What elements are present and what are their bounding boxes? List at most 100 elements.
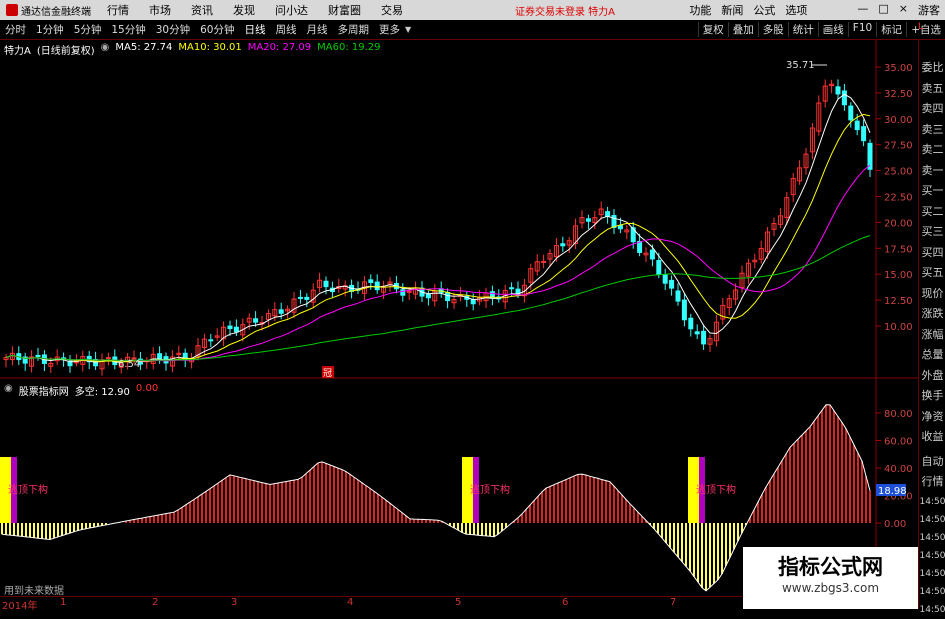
sidebar-item-weibi[interactable]: 委比 bbox=[919, 58, 945, 79]
signal-label: 逃顶下构 bbox=[696, 483, 736, 496]
guest-label[interactable]: 游客 bbox=[913, 2, 945, 18]
sidebar-item-outer[interactable]: 外盘 bbox=[919, 366, 945, 387]
candle bbox=[227, 325, 233, 330]
sidebar-item-turnover[interactable]: 换手 bbox=[919, 386, 945, 407]
menu-item-zixun[interactable]: 资讯 bbox=[181, 2, 223, 18]
sidebar-item-buy2[interactable]: 买二 bbox=[919, 202, 945, 223]
price-high-label: 35.71 bbox=[786, 60, 815, 71]
time-label: 1 bbox=[60, 597, 67, 608]
candle bbox=[854, 120, 860, 131]
tool-f10[interactable]: F10 bbox=[847, 22, 876, 37]
tab-30min[interactable]: 30分钟 bbox=[151, 22, 195, 37]
tab-weekly[interactable]: 周线 bbox=[271, 22, 302, 37]
sidebar-item-change[interactable]: 涨跌 bbox=[919, 304, 945, 325]
sidebar-item-sell2[interactable]: 卖二 bbox=[919, 140, 945, 161]
candle bbox=[73, 361, 79, 364]
menu-item-faxian[interactable]: 发现 bbox=[223, 2, 265, 18]
sidebar-item-netasset[interactable]: 净资 bbox=[919, 407, 945, 428]
candle bbox=[157, 353, 163, 359]
candle bbox=[681, 299, 687, 321]
ma10-line bbox=[5, 113, 871, 363]
menu-item-caifuquan[interactable]: 财富圈 bbox=[318, 2, 371, 18]
candle bbox=[848, 105, 854, 121]
price-tick-label: 32.50 bbox=[884, 89, 913, 100]
sidebar-tick-time: 14:50 bbox=[919, 514, 945, 525]
kline-chart[interactable]: 35.00 32.50 30.00 27.50 25.00 22.50 20.00 17.50… bbox=[0, 40, 918, 595]
close-icon[interactable]: × bbox=[894, 2, 913, 18]
time-label: 4 bbox=[347, 597, 354, 608]
candle bbox=[662, 274, 668, 284]
candle bbox=[233, 326, 239, 333]
price-tick-label: 20.00 bbox=[884, 218, 913, 229]
sidebar-item-buy5[interactable]: 买五 bbox=[919, 263, 945, 284]
quote-sidebar: 委比 卖五 卖四 卖三 卖二 卖一 买一 买二 买三 买四 买五 现价 涨跌 涨… bbox=[918, 40, 945, 615]
sidebar-item-sell5[interactable]: 卖五 bbox=[919, 79, 945, 100]
sidebar-item-sell3[interactable]: 卖三 bbox=[919, 120, 945, 141]
time-label: 6 bbox=[562, 597, 569, 608]
tab-daily[interactable]: 日线 bbox=[240, 22, 271, 37]
maximize-icon[interactable]: □ bbox=[873, 2, 893, 18]
ma5-line bbox=[5, 93, 871, 364]
tool-tongji[interactable]: 统计 bbox=[787, 22, 818, 37]
candle bbox=[208, 339, 214, 342]
event-marker[interactable]: 冠 bbox=[323, 368, 332, 379]
tool-fuquan[interactable]: 复权 bbox=[697, 22, 728, 37]
sidebar-lower-auto[interactable]: 自动 bbox=[919, 452, 945, 473]
sidebar-tick-time: 14:50 bbox=[919, 496, 945, 507]
price-tick-label: 10.00 bbox=[884, 322, 913, 333]
tab-15min[interactable]: 15分钟 bbox=[106, 22, 150, 37]
tab-fenshi[interactable]: 分时 bbox=[0, 22, 31, 37]
sidebar-lower-quote[interactable]: 行情 bbox=[919, 472, 945, 493]
tab-multi-period[interactable]: 多周期 bbox=[333, 22, 375, 37]
candle bbox=[675, 290, 681, 302]
candle bbox=[400, 289, 406, 296]
time-label: 2 bbox=[152, 597, 159, 608]
sidebar-item-price[interactable]: 现价 bbox=[919, 284, 945, 305]
tool-biaoji[interactable]: 标记 bbox=[876, 22, 906, 37]
price-tick-label: 15.00 bbox=[884, 270, 913, 281]
sidebar-item-volume[interactable]: 总量 bbox=[919, 345, 945, 366]
sidebar-item-buy1[interactable]: 买一 bbox=[919, 181, 945, 202]
time-label: 3 bbox=[231, 597, 238, 608]
indicator-tick-label: 80.00 bbox=[884, 409, 913, 420]
login-warning[interactable]: 证券交易未登录 特力A bbox=[515, 3, 615, 18]
tab-monthly[interactable]: 月线 bbox=[302, 22, 333, 37]
sidebar-item-sell1[interactable]: 卖一 bbox=[919, 161, 945, 182]
candle bbox=[470, 299, 476, 305]
price-low-label: 6.54 bbox=[118, 359, 140, 370]
menu-options[interactable]: 选项 bbox=[780, 2, 812, 18]
menu-function[interactable]: 功能 bbox=[684, 2, 716, 18]
menu-item-wenxiaoda[interactable]: 问小达 bbox=[265, 2, 318, 18]
tool-diejia[interactable]: 叠加 bbox=[727, 22, 758, 37]
candle bbox=[323, 280, 329, 288]
candle bbox=[585, 218, 591, 222]
candle bbox=[861, 126, 867, 142]
menu-item-hangqing[interactable]: 行情 bbox=[97, 2, 139, 18]
sidebar-item-buy3[interactable]: 买三 bbox=[919, 222, 945, 243]
sidebar-item-pct[interactable]: 涨幅 bbox=[919, 325, 945, 346]
menu-item-jiaoyi[interactable]: 交易 bbox=[371, 2, 413, 18]
sidebar-item-sell4[interactable]: 卖四 bbox=[919, 99, 945, 120]
tab-5min[interactable]: 5分钟 bbox=[69, 22, 107, 37]
chevron-down-icon[interactable]: ▼ bbox=[405, 25, 411, 34]
tab-1min[interactable]: 1分钟 bbox=[31, 22, 69, 37]
sidebar-item-earnings[interactable]: 收益 bbox=[919, 427, 945, 448]
time-label: 7 bbox=[670, 597, 677, 608]
tab-60min[interactable]: 60分钟 bbox=[195, 22, 239, 37]
menu-news[interactable]: 新闻 bbox=[716, 2, 748, 18]
tool-duogu[interactable]: 多股 bbox=[757, 22, 788, 37]
menu-formula[interactable]: 公式 bbox=[748, 2, 780, 18]
tab-more[interactable]: 更多 bbox=[374, 22, 405, 37]
candle bbox=[368, 279, 374, 283]
price-tick-label: 22.50 bbox=[884, 193, 913, 204]
candle bbox=[35, 354, 41, 357]
menu-item-shichang[interactable]: 市场 bbox=[139, 2, 181, 18]
price-tick-label: 35.00 bbox=[884, 63, 913, 74]
minimize-icon[interactable]: — bbox=[852, 2, 873, 18]
app-title: 通达信金融终端 bbox=[21, 6, 91, 18]
tool-zixuan[interactable]: +自选 bbox=[906, 22, 945, 37]
corner-label: L bbox=[918, 22, 924, 32]
menu-bar: 通达信金融终端 行情 市场 资讯 发现 问小达 财富圈 交易 证券交易未登录 特… bbox=[0, 0, 945, 20]
sidebar-item-buy4[interactable]: 买四 bbox=[919, 243, 945, 264]
tool-huaxian[interactable]: 画线 bbox=[817, 22, 848, 37]
